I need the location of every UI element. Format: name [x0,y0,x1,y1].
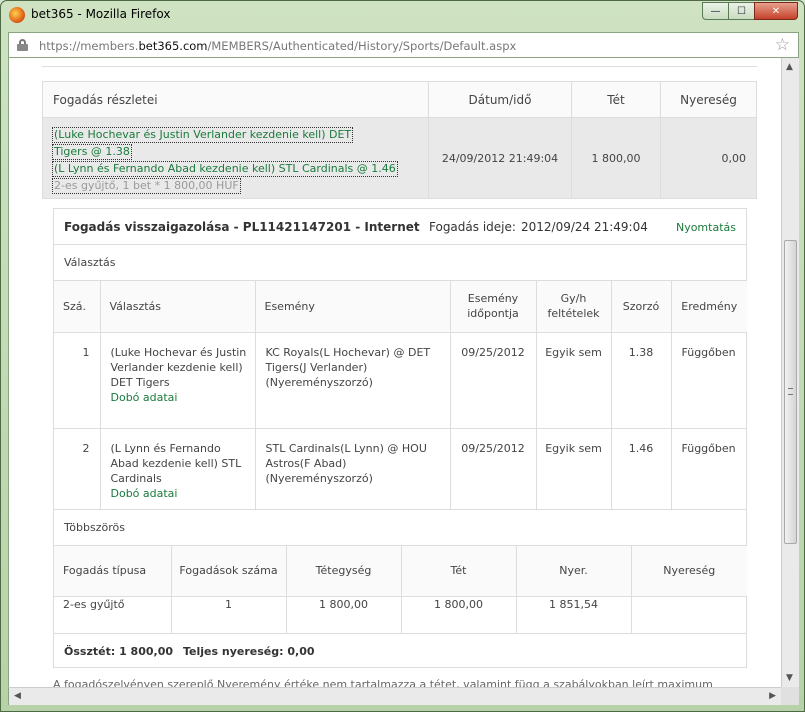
row-odds: 1.46 [611,428,672,510]
bet-time-label: Fogadás ideje: [429,220,516,234]
summary-bet-type[interactable]: 2-es gyűjtő, 1 bet * 1 800,00 HUF [52,178,241,194]
col-bet-type: Fogadás típusa [54,545,172,597]
row-selection-text: (Luke Hochevar és Justin Verlander kezde… [110,345,247,389]
row-conditions: Egyik sem [536,428,612,510]
row-selection: (L Lynn és Fernando Abad kezdenie kell) … [100,428,256,510]
total-winnings-label: Teljes nyereség: [183,644,284,658]
pitcher-data-link[interactable]: Dobó adatai [111,391,178,404]
scroll-right-arrow-icon[interactable]: ▶ [769,691,776,701]
print-link[interactable]: Nyomtatás [676,221,736,234]
row-no: 1 [54,332,101,429]
vertical-scrollbar[interactable]: ▲ ▼ [781,58,799,687]
minimize-button[interactable]: — [702,2,729,20]
summary-selections[interactable]: (Luke Hochevar és Justin Verlander kezde… [43,118,429,198]
url-prefix: https://members. [39,39,139,53]
col-selection: Választás [100,281,256,333]
bet-summary-table: Fogadás részletei Dátum/idő Tét Nyereség… [42,81,757,199]
col-stake: Tét [401,545,517,597]
col-no: Szá. [54,281,101,333]
total-stake: 1 800,00 [119,644,174,658]
summary-stake: 1 800,00 [572,118,661,198]
selections-table: Szá. Választás Esemény Esemény időpontja… [54,281,747,510]
summary-date: 24/09/2012 21:49:04 [429,118,572,198]
top-divider [42,66,757,67]
col-event-time: Esemény időpontja [450,281,537,333]
row-event: STL Cardinals(L Lynn) @ HOU Astros(F Aba… [255,428,451,510]
scroll-down-arrow-icon[interactable]: ▼ [786,673,793,683]
table-row: 1 (Luke Hochevar és Justin Verlander kez… [54,332,747,429]
row-result: Függőben [671,428,747,510]
col-conditions: Gy/h feltételek [536,281,612,333]
row-event-time: 09/25/2012 [450,332,537,429]
col-odds: Szorzó [611,281,672,333]
browser-window: bet365 - Mozilla Firefox — ☐ ✕ https://m… [0,0,805,712]
scroll-up-arrow-icon[interactable]: ▲ [786,62,793,72]
pitcher-data-link[interactable]: Dobó adatai [111,487,178,500]
selections-header-row: Szá. Választás Esemény Esemény időpontja… [54,281,747,333]
summary-winnings: 0,00 [721,151,747,165]
page-viewport: Fogadás részletei Dátum/idő Tét Nyereség… [8,58,781,687]
multiples-table: Fogadás típusa Fogadások száma Tétegység… [54,545,747,634]
row-event-time: 09/25/2012 [450,428,537,510]
multiples-section-label: Többszörös [54,510,746,546]
bet-confirmation-panel: Fogadás visszaigazolása - PL11421147201 … [53,208,747,668]
scroll-left-arrow-icon[interactable]: ◀ [14,691,21,701]
row-selection-text: (L Lynn és Fernando Abad kezdenie kell) … [110,441,242,485]
totals-row: Össztét: 1 800,00 Teljes nyereség: 0,00 [54,634,746,668]
window-title: bet365 - Mozilla Firefox [31,7,171,21]
header-stake: Tét [572,82,661,117]
table-row: 2-es gyűjtő 1 1 800,00 1 800,00 1 851,54 [54,596,747,634]
bet-count: 1 [171,596,287,634]
selection-section-label: Választás [54,245,746,281]
header-details: Fogadás részletei [43,82,429,117]
close-button[interactable]: ✕ [754,2,798,20]
unit-stake: 1 800,00 [286,596,402,634]
summary-selection-line[interactable]: Tigers @ 1.38 [52,144,132,160]
row-event: KC Royals(L Hochevar) @ DET Tigers(J Ver… [255,332,451,429]
row-conditions: Egyik sem [536,332,612,429]
row-no: 2 [54,428,101,510]
col-result: Eredmény [671,281,747,333]
scroll-corner [781,687,799,705]
horizontal-scrollbar[interactable]: ◀ ▶ [8,687,781,705]
url-text[interactable]: https://members.bet365.com/MEMBERS/Authe… [39,39,516,53]
col-return: Nyer. [516,545,632,597]
window-controls: — ☐ ✕ [702,2,798,20]
header-date: Dátum/idő [429,82,572,117]
stake: 1 800,00 [401,596,517,634]
summary-selection-line[interactable]: (Luke Hochevar és Justin Verlander kezde… [52,127,354,143]
url-path: /MEMBERS/Authenticated/History/Sports/De… [207,39,517,53]
col-bet-count: Fogadások száma [171,545,287,597]
firefox-logo-icon [9,7,25,23]
title-bar: bet365 - Mozilla Firefox — ☐ ✕ [1,1,804,29]
col-unit-stake: Tétegység [286,545,402,597]
confirmation-header: Fogadás visszaigazolása - PL11421147201 … [54,209,746,245]
col-winnings: Nyereség [631,545,747,597]
winnings [631,596,747,634]
header-winnings: Nyereség [680,92,737,107]
total-winnings: 0,00 [287,644,315,658]
address-bar[interactable]: https://members.bet365.com/MEMBERS/Authe… [8,32,799,58]
return: 1 851,54 [516,596,632,634]
col-event: Esemény [255,281,451,333]
confirmation-title: Fogadás visszaigazolása - PL11421147201 … [64,220,420,234]
bet-type-link[interactable]: 2-es gyűjtő [54,596,172,634]
lock-icon [17,39,28,51]
multiples-header-row: Fogadás típusa Fogadások száma Tétegység… [54,545,747,597]
maximize-button[interactable]: ☐ [728,2,755,20]
row-odds: 1.38 [611,332,672,429]
url-domain: bet365.com [138,39,208,53]
summary-bet-row[interactable]: (Luke Hochevar és Justin Verlander kezde… [43,118,756,198]
total-stake-label: Össztét: [64,644,116,658]
summary-selection-line[interactable]: (L Lynn és Fernando Abad kezdenie kell) … [52,161,398,177]
table-row: 2 (L Lynn és Fernando Abad kezdenie kell… [54,428,747,510]
scroll-thumb[interactable] [784,240,797,544]
scroll-grip-icon [788,388,793,395]
row-result: Függőben [671,332,747,429]
footnote-text: A fogadószelvényen szereplő Nyeremény ér… [53,678,713,687]
row-selection: (Luke Hochevar és Justin Verlander kezde… [100,332,256,429]
summary-header-row: Fogadás részletei Dátum/idő Tét Nyereség [43,82,756,118]
bet-time: 2012/09/24 21:49:04 [521,220,648,234]
bookmark-star-icon[interactable]: ☆ [775,35,790,55]
